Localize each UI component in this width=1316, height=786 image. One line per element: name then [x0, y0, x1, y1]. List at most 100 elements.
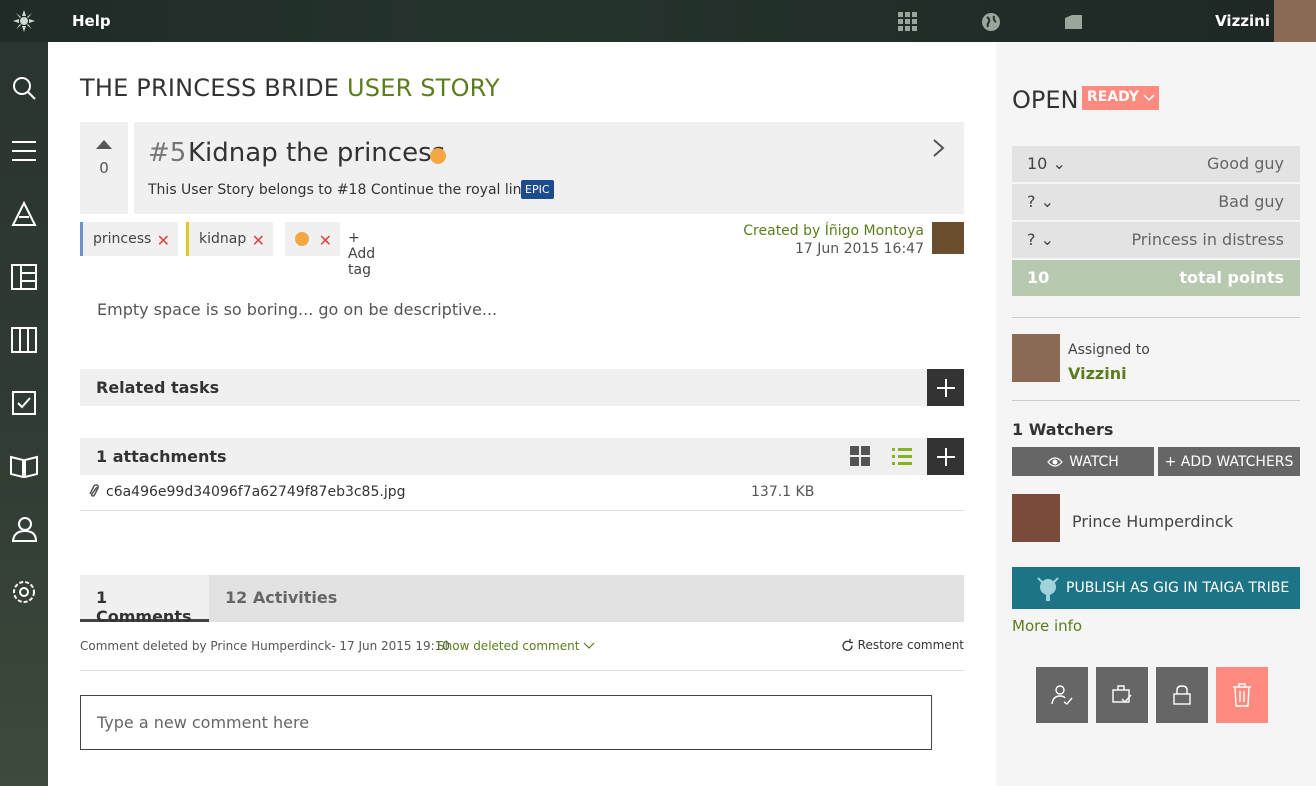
restore-label: Restore comment — [857, 638, 964, 652]
status-badge: READY — [1087, 89, 1139, 105]
attachment-row: c6a496e99d34096f7a62749f87eb3c85.jpg 137… — [80, 475, 964, 511]
epic-link[interactable]: #18 Continue the royal line — [337, 182, 530, 198]
help-link[interactable]: Help — [72, 12, 111, 30]
points-row[interactable]: ? ⌄ Princess in distress — [1012, 222, 1300, 258]
vote-count: 0 — [99, 159, 109, 177]
total-points-value: 10 — [1027, 268, 1050, 287]
projects-grid-icon[interactable] — [897, 11, 919, 33]
kanban-icon[interactable] — [9, 262, 39, 292]
deleted-comment-row: Comment deleted by Prince Humperdinck- 1… — [80, 622, 964, 671]
left-sidebar — [0, 42, 48, 786]
remove-tag-icon[interactable]: ✕ — [157, 231, 170, 250]
add-tag-button[interactable]: + Add tag — [348, 230, 375, 278]
tab-activities[interactable]: 12 Activities — [209, 575, 353, 622]
deleted-comment-text: Comment deleted by Prince Humperdinck- 1… — [80, 639, 450, 653]
plus-icon: + — [348, 230, 360, 246]
show-deleted-label: Show deleted comment — [437, 639, 580, 653]
points-value[interactable]: 10 ⌄ — [1027, 154, 1066, 173]
belongs-label: This User Story belongs to — [148, 182, 333, 198]
comments-tabs: 1 Comments 12 Activities — [80, 575, 964, 626]
epics-icon[interactable] — [9, 199, 39, 229]
vote-box[interactable]: 0 — [80, 122, 128, 214]
status-dropdown[interactable]: READY — [1082, 86, 1159, 110]
publish-label: PUBLISH AS GIG IN TAIGA TRIBE — [1066, 580, 1290, 596]
delete-button[interactable] — [1216, 667, 1268, 723]
points-role: Good guy — [1207, 154, 1284, 173]
tag-princess: princess ✕ — [80, 222, 178, 256]
remove-tag-icon[interactable]: ✕ — [252, 231, 265, 250]
taiga-tribe-icon — [1030, 574, 1066, 602]
attachment-size: 137.1 KB — [751, 484, 815, 500]
chevron-down-icon — [1143, 94, 1155, 102]
remove-tag-icon[interactable]: ✕ — [319, 231, 332, 250]
grid-view-icon[interactable] — [850, 446, 870, 466]
show-deleted-comment-link[interactable]: Show deleted comment — [437, 639, 595, 653]
points-role: Bad guy — [1218, 192, 1284, 211]
watch-button[interactable]: WATCH — [1012, 447, 1154, 476]
block-button[interactable] — [1156, 667, 1208, 723]
sprints-icon[interactable] — [9, 325, 39, 355]
paperclip-icon — [89, 484, 99, 497]
points-value[interactable]: ? ⌄ — [1027, 230, 1054, 249]
backlog-icon[interactable] — [9, 136, 39, 166]
princess-emoji-icon — [430, 148, 446, 164]
created-by[interactable]: Created by Íñigo Montoya — [743, 222, 924, 240]
restore-comment-button[interactable]: Restore comment — [841, 638, 964, 652]
plus-icon — [936, 378, 955, 397]
points-role: Princess in distress — [1131, 230, 1284, 249]
add-attachment-button[interactable] — [927, 438, 964, 475]
assign-to-me-button[interactable] — [1036, 667, 1088, 723]
briefcase-check-icon — [1112, 685, 1132, 704]
taiga-logo-icon[interactable] — [0, 0, 48, 42]
princess-emoji-icon — [295, 232, 309, 246]
restore-icon — [842, 638, 853, 651]
next-item-chevron-icon[interactable] — [932, 138, 946, 158]
tag-kidnap: kidnap ✕ — [186, 222, 273, 256]
points-row[interactable]: 10 ⌄ Good guy — [1012, 146, 1300, 182]
globe-icon[interactable] — [980, 11, 1002, 33]
assignee-name[interactable]: Vizzini — [1068, 364, 1127, 383]
story-subject[interactable]: Kidnap the princess — [188, 138, 445, 168]
watcher-name[interactable]: Prince Humperdinck — [1072, 512, 1233, 531]
assign-user-icon — [1051, 685, 1073, 705]
wiki-icon[interactable] — [9, 451, 39, 481]
current-user-name[interactable]: Vizzini — [1215, 12, 1270, 30]
assignee-avatar[interactable] — [1012, 334, 1060, 382]
settings-gear-icon[interactable] — [9, 577, 39, 607]
upvote-arrow-icon[interactable] — [96, 140, 112, 149]
issues-icon[interactable] — [9, 388, 39, 418]
team-requirement-button[interactable] — [1096, 667, 1148, 723]
add-watchers-button[interactable]: + ADD WATCHERS — [1158, 447, 1300, 476]
publish-taiga-tribe-button[interactable]: PUBLISH AS GIG IN TAIGA TRIBE — [1012, 567, 1300, 609]
list-view-icon[interactable] — [892, 446, 912, 466]
attachment-filename[interactable]: c6a496e99d34096f7a62749f87eb3c85.jpg — [106, 484, 405, 500]
description-placeholder[interactable]: Empty space is so boring... go on be des… — [97, 300, 497, 319]
points-row[interactable]: ? ⌄ Bad guy — [1012, 184, 1300, 220]
plus-icon — [936, 447, 955, 466]
watcher-avatar[interactable] — [1012, 494, 1060, 542]
right-sidebar: OPEN READY 10 ⌄ Good guy ? ⌄ Bad guy ? ⌄… — [996, 42, 1316, 786]
tag-emoji: ✕ — [285, 222, 340, 256]
new-comment-input[interactable] — [80, 695, 932, 750]
folder-icon[interactable] — [1063, 11, 1085, 33]
user-avatar[interactable] — [1274, 0, 1316, 42]
points-table: 10 ⌄ Good guy ? ⌄ Bad guy ? ⌄ Princess i… — [1012, 146, 1300, 298]
tab-comments[interactable]: 1 Comments — [80, 575, 209, 626]
team-icon[interactable] — [9, 514, 39, 544]
story-ref: #5 — [148, 138, 187, 168]
attachments-title: 1 attachments — [96, 447, 227, 466]
creator-avatar[interactable] — [932, 222, 964, 254]
eye-icon — [1047, 456, 1064, 467]
related-tasks-title: Related tasks — [96, 378, 220, 397]
tag-label: kidnap — [199, 231, 247, 247]
points-value[interactable]: ? ⌄ — [1027, 192, 1054, 211]
chevron-down-icon — [583, 642, 595, 649]
search-icon[interactable] — [9, 73, 39, 103]
epic-badge: EPIC — [521, 180, 554, 199]
created-info: Created by Íñigo Montoya 17 Jun 2015 16:… — [743, 222, 924, 258]
more-info-link[interactable]: More info — [1012, 617, 1082, 635]
attachments-header: 1 attachments — [80, 438, 964, 475]
project-name[interactable]: THE PRINCESS BRIDE — [80, 74, 339, 102]
page-title: THE PRINCESS BRIDE USER STORY — [80, 74, 500, 102]
add-task-button[interactable] — [927, 369, 964, 406]
